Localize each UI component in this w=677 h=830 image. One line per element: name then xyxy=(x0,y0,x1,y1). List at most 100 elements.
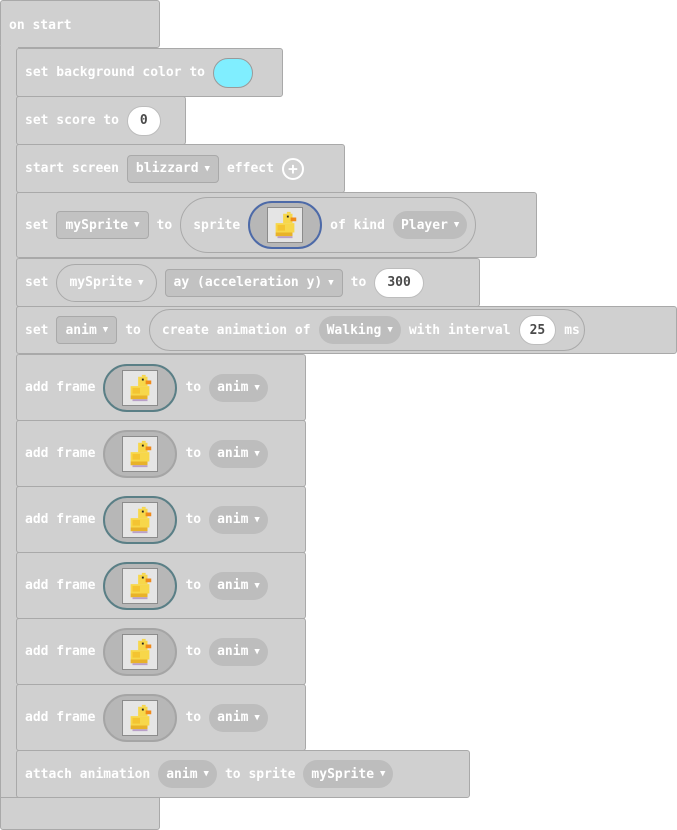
to-label: to xyxy=(125,322,141,338)
start-screen-effect-block[interactable]: start screen blizzard ▼ effect + xyxy=(16,144,345,193)
create-animation-reporter[interactable]: create animation of Walking ▼ with inter… xyxy=(148,309,585,351)
add-frame-label: add frame xyxy=(25,644,96,659)
frame-image-picker[interactable] xyxy=(103,627,178,676)
effect-label: effect xyxy=(226,161,274,176)
add-frame-label: add frame xyxy=(25,380,96,395)
duck-sprite-icon xyxy=(125,571,155,601)
set-background-color-label: set background color to xyxy=(25,65,206,80)
interval-value-input[interactable]: 25 xyxy=(518,315,557,345)
acceleration-property-dropdown[interactable]: ay (acceleration y) ▼ xyxy=(164,268,343,297)
to-label: to xyxy=(185,512,202,527)
acceleration-sprite-dropdown[interactable]: mySprite ▼ xyxy=(56,263,157,302)
kind-dropdown-value: Player xyxy=(400,217,448,233)
caret-down-icon: ▼ xyxy=(453,220,460,230)
caret-down-icon: ▼ xyxy=(134,220,140,230)
sprite-variable-dropdown[interactable]: mySprite ▼ xyxy=(56,211,149,239)
animation-variable-dropdown[interactable]: anim ▼ xyxy=(56,316,118,344)
to-label: to xyxy=(185,710,202,725)
frame-image-picker[interactable] xyxy=(103,363,178,412)
on-start-block[interactable]: on start xyxy=(0,0,160,48)
sprite-of-kind-reporter[interactable]: sprite of kind Player ▼ xyxy=(180,197,477,253)
caret-down-icon: ▼ xyxy=(254,646,260,657)
frame-animation-dropdown[interactable]: anim ▼ xyxy=(209,373,268,402)
set-label: set xyxy=(25,322,49,338)
frame-animation-dropdown[interactable]: anim ▼ xyxy=(209,439,268,468)
on-start-footer xyxy=(0,797,160,830)
score-value-input[interactable]: 0 xyxy=(126,105,161,136)
to-label: to xyxy=(185,644,202,659)
attach-sprite-value: mySprite xyxy=(311,766,375,782)
frame-animation-dropdown[interactable]: anim ▼ xyxy=(209,637,268,666)
frame-animation-value: anim xyxy=(217,710,249,725)
attach-sprite-dropdown[interactable]: mySprite ▼ xyxy=(303,760,394,788)
plus-circle-icon[interactable]: + xyxy=(281,157,304,180)
acceleration-property-value: ay (acceleration y) xyxy=(173,275,323,290)
frame-image-picker[interactable] xyxy=(103,561,178,610)
set-score-label: set score to xyxy=(25,113,119,128)
frame-animation-dropdown[interactable]: anim ▼ xyxy=(209,571,268,600)
duck-sprite-icon xyxy=(125,439,155,469)
add-frame-block[interactable]: add frame to anim ▼ xyxy=(16,552,306,619)
frame-animation-value: anim xyxy=(217,644,249,659)
frame-animation-value: anim xyxy=(217,446,249,461)
frame-animation-value: anim xyxy=(217,380,249,395)
acceleration-sprite-value: mySprite xyxy=(69,275,133,290)
frame-animation-value: anim xyxy=(217,512,249,527)
attach-animation-value: anim xyxy=(166,766,198,782)
effect-dropdown[interactable]: blizzard ▼ xyxy=(126,154,219,183)
acceleration-value-input[interactable]: 300 xyxy=(374,267,424,298)
duck-sprite-icon xyxy=(125,505,155,535)
frame-image-picker[interactable] xyxy=(103,495,178,544)
duck-sprite-icon xyxy=(125,637,155,667)
add-frame-label: add frame xyxy=(25,512,96,527)
caret-down-icon: ▼ xyxy=(387,325,393,335)
set-sprite-block[interactable]: set mySprite ▼ to sprite of kind Player … xyxy=(16,192,537,258)
add-frame-block[interactable]: add frame to anim ▼ xyxy=(16,618,306,685)
add-frame-block[interactable]: add frame to anim ▼ xyxy=(16,486,306,553)
set-score-block[interactable]: set score to 0 xyxy=(16,96,186,145)
set-background-color-block[interactable]: set background color to xyxy=(16,48,283,97)
duck-sprite-icon xyxy=(270,210,300,240)
start-screen-label: start screen xyxy=(25,161,119,176)
sprite-image-picker[interactable] xyxy=(248,201,323,249)
to-label: to xyxy=(156,217,173,233)
frame-animation-dropdown[interactable]: anim ▼ xyxy=(209,703,268,732)
frame-image-picker[interactable] xyxy=(103,429,178,478)
set-label: set xyxy=(25,217,49,233)
caret-down-icon: ▼ xyxy=(380,769,386,779)
add-frame-block[interactable]: add frame to anim ▼ xyxy=(16,354,306,421)
add-frame-label: add frame xyxy=(25,578,96,593)
set-label: set xyxy=(25,275,49,290)
of-kind-label: of kind xyxy=(330,217,385,233)
kind-dropdown[interactable]: Player ▼ xyxy=(392,211,468,239)
add-frame-label: add frame xyxy=(25,710,96,725)
frame-animation-dropdown[interactable]: anim ▼ xyxy=(209,505,268,534)
frame-image-picker[interactable] xyxy=(103,693,178,742)
set-acceleration-block[interactable]: set mySprite ▼ ay (acceleration y) ▼ to … xyxy=(16,258,480,307)
caret-down-icon: ▼ xyxy=(102,325,109,335)
animation-name-dropdown[interactable]: Walking ▼ xyxy=(318,316,401,344)
effect-dropdown-value: blizzard xyxy=(135,161,199,176)
with-interval-label: with interval xyxy=(408,322,511,338)
duck-sprite-icon xyxy=(125,703,155,733)
to-label: to xyxy=(350,275,367,290)
caret-down-icon: ▼ xyxy=(254,382,260,393)
attach-animation-dropdown[interactable]: anim ▼ xyxy=(158,760,217,788)
animation-variable-value: anim xyxy=(65,322,97,338)
sprite-label: sprite xyxy=(193,217,241,233)
caret-down-icon: ▼ xyxy=(254,712,260,723)
frame-animation-value: anim xyxy=(217,578,249,593)
to-label: to xyxy=(185,578,202,593)
sprite-variable-value: mySprite xyxy=(65,217,129,233)
to-label: to xyxy=(185,446,202,461)
add-frame-block[interactable]: add frame to anim ▼ xyxy=(16,684,306,751)
background-color-swatch[interactable] xyxy=(213,57,254,88)
attach-animation-label: attach animation xyxy=(25,766,151,782)
caret-down-icon: ▼ xyxy=(328,277,334,288)
caret-down-icon: ▼ xyxy=(203,769,209,779)
add-frame-block[interactable]: add frame to anim ▼ xyxy=(16,420,306,487)
attach-animation-block[interactable]: attach animation anim ▼ to sprite mySprit… xyxy=(16,750,470,798)
create-animation-label: create animation of xyxy=(161,322,311,338)
ms-label: ms xyxy=(564,322,580,338)
set-animation-block[interactable]: set anim ▼ to create animation of Walkin… xyxy=(16,306,677,354)
